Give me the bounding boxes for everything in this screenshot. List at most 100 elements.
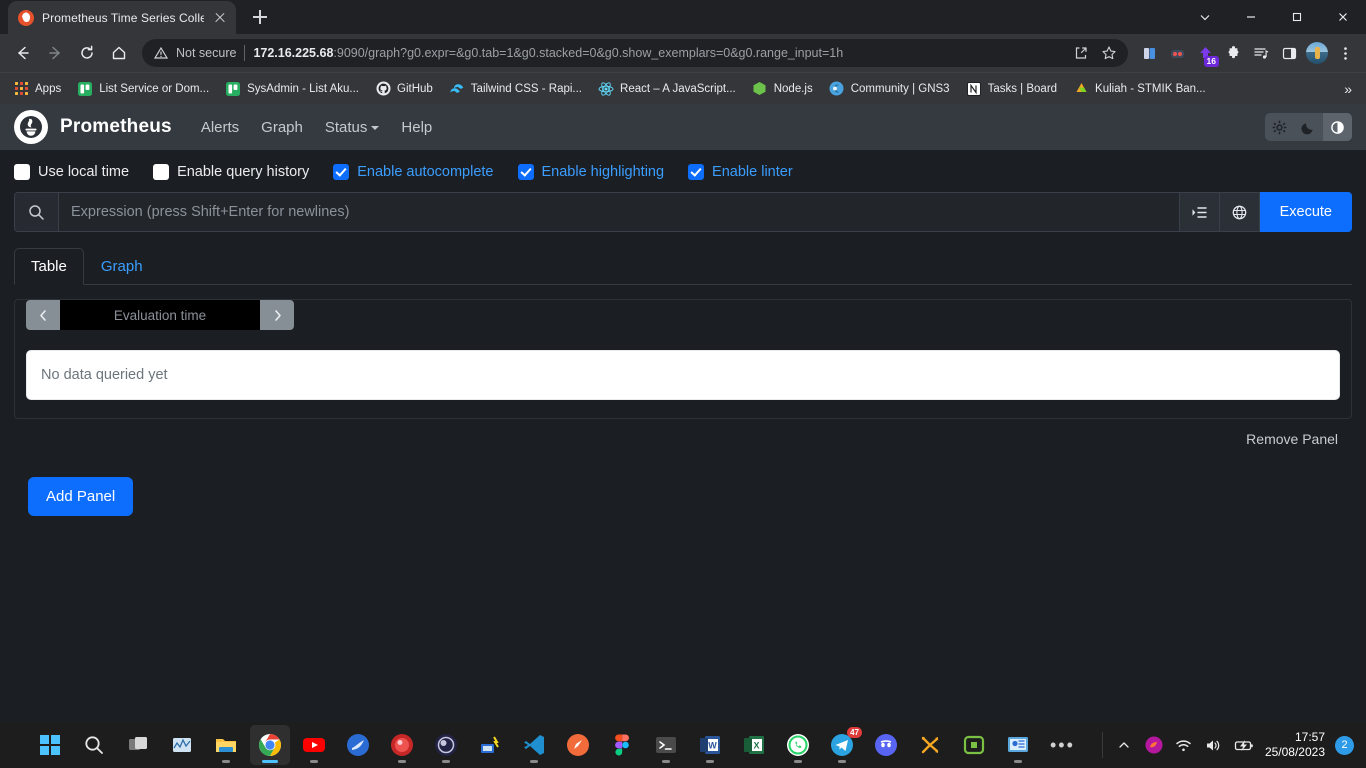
add-panel-button[interactable]: Add Panel <box>28 477 133 516</box>
gear-icon[interactable] <box>1265 113 1294 141</box>
option-enable-linter[interactable]: Enable linter <box>688 164 793 180</box>
chrome-menu-icon[interactable] <box>1332 40 1358 66</box>
battery-icon[interactable] <box>1229 725 1259 765</box>
forward-icon[interactable] <box>40 38 70 68</box>
discord[interactable] <box>866 725 906 765</box>
gns3[interactable] <box>910 725 950 765</box>
downloads-extension-icon[interactable]: 16 <box>1192 40 1218 66</box>
bookmark-star-icon[interactable] <box>1096 40 1122 66</box>
side-panel-icon[interactable] <box>1276 40 1302 66</box>
bookmark-item-5[interactable]: Node.js <box>745 78 820 100</box>
chevron-down-icon[interactable] <box>1182 0 1228 34</box>
packet-tracer[interactable] <box>382 725 422 765</box>
url-path: :9090/graph?g0.expr=&g0.tab=1&g0.stacked… <box>333 46 843 60</box>
start-button[interactable] <box>30 725 70 765</box>
back-icon[interactable] <box>8 38 38 68</box>
bookmark-item-1[interactable]: SysAdmin - List Aku... <box>218 78 366 100</box>
maximize-icon[interactable] <box>1274 0 1320 34</box>
close-window-icon[interactable] <box>1320 0 1366 34</box>
home-icon[interactable] <box>104 38 134 68</box>
reload-icon[interactable] <box>72 38 102 68</box>
mongodb-compass[interactable] <box>338 725 378 765</box>
winbox[interactable] <box>470 725 510 765</box>
bookmark-item-0[interactable]: List Service or Dom... <box>70 78 216 100</box>
bookmark-item-7[interactable]: Tasks | Board <box>959 78 1064 100</box>
terminal[interactable] <box>646 725 686 765</box>
option-enable-autocomplete[interactable]: Enable autocomplete <box>333 164 493 180</box>
wifi-icon[interactable] <box>1169 725 1199 765</box>
half-circle-icon[interactable] <box>1323 113 1352 141</box>
query-options-row: Use local time Enable query history Enab… <box>0 150 1366 186</box>
option-label: Enable highlighting <box>542 164 665 180</box>
bookmark-item-2[interactable]: GitHub <box>368 78 440 100</box>
option-use-local-time[interactable]: Use local time <box>14 164 129 180</box>
media-queue-icon[interactable] <box>1248 40 1274 66</box>
moon-icon[interactable] <box>1294 113 1323 141</box>
telegram[interactable]: 47 <box>822 725 862 765</box>
virtualbox[interactable] <box>998 725 1038 765</box>
speaker-icon[interactable] <box>1199 725 1229 765</box>
option-enable-highlighting[interactable]: Enable highlighting <box>518 164 665 180</box>
checkbox[interactable] <box>153 164 169 180</box>
tab-table[interactable]: Table <box>14 248 84 285</box>
nav-item-alerts[interactable]: Alerts <box>190 113 250 142</box>
bookmark-item-8[interactable]: Kuliah - STMIK Ban... <box>1066 78 1213 100</box>
whatsapp[interactable] <box>778 725 818 765</box>
postman[interactable] <box>558 725 598 765</box>
youtube[interactable] <box>294 725 334 765</box>
figma[interactable] <box>602 725 642 765</box>
remove-panel-button[interactable]: Remove Panel <box>1246 431 1338 447</box>
file-explorer[interactable] <box>206 725 246 765</box>
visual-studio-code[interactable] <box>514 725 554 765</box>
puzzle-extensions-icon[interactable] <box>1220 40 1246 66</box>
checkbox[interactable] <box>14 164 30 180</box>
checkbox[interactable] <box>518 164 534 180</box>
chevron-left-icon[interactable] <box>26 300 60 330</box>
microsoft-word[interactable]: W <box>690 725 730 765</box>
running-indicator <box>222 760 230 763</box>
bookmark-apps[interactable]: Apps <box>6 78 68 100</box>
bookmark-item-6[interactable]: Community | GNS3 <box>822 78 957 100</box>
nav-item-graph[interactable]: Graph <box>250 113 314 142</box>
google-chrome[interactable] <box>250 725 290 765</box>
tab-strip: Prometheus Time Series Collectio <box>0 0 1366 34</box>
task-view-button[interactable] <box>118 725 158 765</box>
new-tab-button[interactable] <box>246 3 274 31</box>
widgets-button[interactable] <box>162 725 202 765</box>
chevron-up-icon[interactable] <box>1109 725 1139 765</box>
checkbox[interactable] <box>688 164 704 180</box>
remote-desktop[interactable] <box>954 725 994 765</box>
address-bar[interactable]: Not secure 172.16.225.68:9090/graph?g0.e… <box>142 39 1128 67</box>
firefox-dev-icon[interactable] <box>1139 725 1169 765</box>
profile-avatar[interactable] <box>1304 40 1330 66</box>
checkbox[interactable] <box>333 164 349 180</box>
bookmark-label: GitHub <box>397 83 433 95</box>
microsoft-excel[interactable]: X <box>734 725 774 765</box>
nav-item-help[interactable]: Help <box>390 113 443 142</box>
share-icon[interactable] <box>1068 40 1094 66</box>
tab-graph[interactable]: Graph <box>84 248 160 285</box>
nav-item-status[interactable]: Status <box>314 113 391 142</box>
metrics-explorer-icon[interactable] <box>1180 192 1220 232</box>
execute-button[interactable]: Execute <box>1260 192 1352 232</box>
clock[interactable]: 17:57 25/08/2023 <box>1259 730 1335 760</box>
evaluation-time-input[interactable] <box>60 300 260 330</box>
bookmark-item-4[interactable]: React – A JavaScript... <box>591 78 743 100</box>
obs-studio[interactable] <box>426 725 466 765</box>
close-icon[interactable] <box>212 10 228 26</box>
reading-list-icon[interactable] <box>1136 40 1162 66</box>
running-indicator <box>662 760 670 763</box>
expression-input[interactable] <box>59 193 1179 231</box>
minimize-icon[interactable] <box>1228 0 1274 34</box>
browser-tab[interactable]: Prometheus Time Series Collectio <box>8 1 236 34</box>
globe-icon[interactable] <box>1220 192 1260 232</box>
taskbar-overflow-button[interactable]: ••• <box>1040 735 1085 756</box>
bookmark-item-3[interactable]: Tailwind CSS - Rapi... <box>442 78 589 100</box>
notification-count-badge[interactable]: 2 <box>1335 736 1354 755</box>
prometheus-logo-icon[interactable] <box>14 110 48 144</box>
option-enable-query-history[interactable]: Enable query history <box>153 164 309 180</box>
extension-icon[interactable] <box>1164 40 1190 66</box>
chevron-right-icon[interactable] <box>260 300 294 330</box>
search-button[interactable] <box>74 725 114 765</box>
bookmarks-overflow-button[interactable]: » <box>1336 81 1360 97</box>
